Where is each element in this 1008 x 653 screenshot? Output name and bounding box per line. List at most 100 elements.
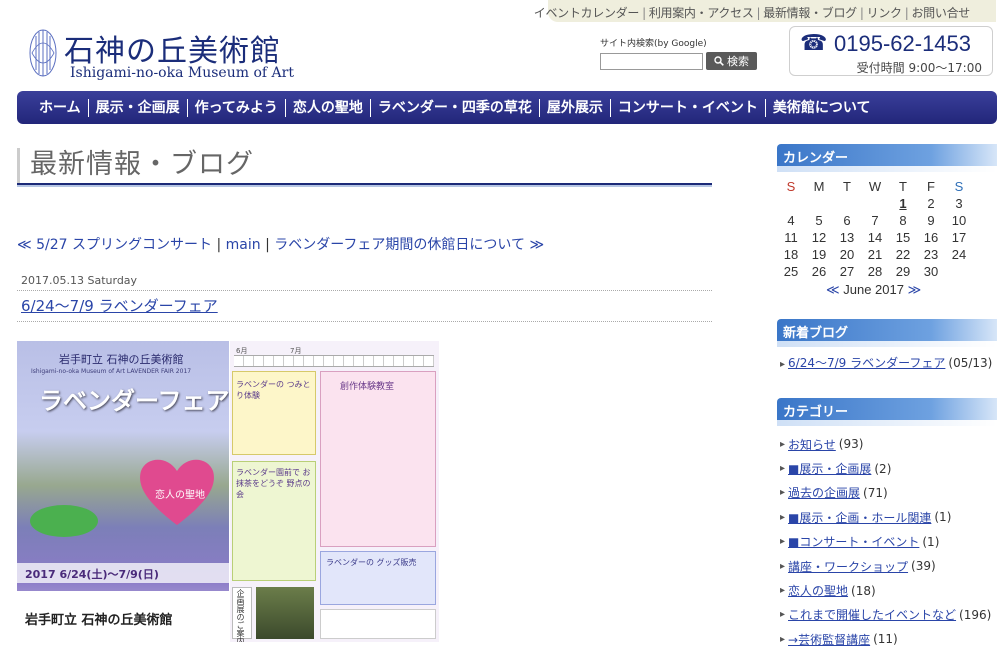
flyer-side-label: 企画展のご案内 (236, 589, 245, 642)
calendar-weekdays: S M T W T F S (777, 178, 977, 195)
flyer-box-goods-label: ラベンダーの グッズ販売 (326, 558, 417, 567)
divider (17, 321, 712, 322)
category-count: (39) (911, 559, 936, 574)
page-title: 最新情報・ブログ (30, 149, 254, 180)
calendar-day: 3 (955, 196, 963, 211)
calendar-day: 24 (951, 247, 967, 262)
link-news-blog[interactable]: 最新情報・ブログ (763, 6, 857, 20)
arrow-right-icon: ▸ (780, 536, 786, 548)
global-nav: ホーム 展示・企画展 作ってみよう 恋人の聖地 ラベンダー・四季の草花 屋外展示… (17, 91, 997, 124)
category-link[interactable]: ■コンサート・イベント (788, 533, 919, 550)
calendar-month-label: June 2017 (843, 282, 904, 297)
nav-exhibitions[interactable]: 展示・企画展 (89, 98, 188, 117)
nav-lavender-flowers[interactable]: ラベンダー・四季の草花 (371, 98, 540, 117)
prev-month-icon[interactable]: ≪ (826, 282, 840, 297)
category-link[interactable]: これまで開催したイベントなど (788, 606, 956, 623)
calendar-day-today[interactable]: 1 (889, 195, 917, 212)
calendar-day: 30 (923, 264, 939, 279)
weekday-tue: T (843, 179, 851, 194)
nav-outdoor-exhibits[interactable]: 屋外展示 (540, 98, 611, 117)
next-month-icon[interactable]: ≫ (908, 282, 922, 297)
search-button[interactable]: 検索 (706, 52, 757, 70)
weekday-fri: F (927, 179, 935, 194)
nav-home[interactable]: ホーム (31, 98, 89, 117)
flyer-headline: ラベンダーフェア (39, 387, 230, 415)
post-title[interactable]: 6/24〜7/9 ラベンダーフェア (21, 295, 218, 316)
nav-about-museum[interactable]: 美術館について (766, 99, 878, 117)
category-link[interactable]: ■展示・企画展 (788, 460, 871, 477)
calendar-day: 28 (867, 264, 883, 279)
next-entry-link[interactable]: ラベンダーフェア期間の休館日について ≫ (274, 237, 544, 253)
category-count: (18) (851, 583, 876, 598)
link-links[interactable]: リンク (867, 6, 902, 20)
category-link[interactable]: ■展示・企画・ホール関連 (788, 509, 931, 526)
calendar-month-nav: ≪ June 2017 ≫ (826, 282, 921, 298)
category-link[interactable]: →芸術監督講座 (788, 631, 870, 648)
category-count: (2) (874, 461, 892, 476)
calendar-day: 16 (923, 230, 939, 245)
recent-post-link[interactable]: 6/24〜7/9 ラベンダーフェア (788, 356, 945, 370)
calendar-day: 18 (783, 247, 799, 262)
calendar-day: 8 (899, 213, 907, 228)
flyer-box-craft-label: 創作体験教室 (340, 382, 395, 392)
calendar-day (861, 195, 889, 212)
double-left-arrow-icon: ≪ (17, 237, 32, 253)
arrow-right-icon: ▸ (780, 359, 786, 370)
museum-logo-icon[interactable] (28, 28, 58, 78)
category-item: ▸ 恋人の聖地 (18) (780, 578, 991, 602)
calendar-week: 18 19 20 21 22 23 24 (777, 246, 977, 263)
category-count: (11) (873, 632, 898, 647)
post-date: 2017.05.13 Saturday (21, 274, 138, 287)
search-button-label: 検索 (727, 55, 749, 68)
site-title-en[interactable]: Ishigami-no-oka Museum of Art (70, 65, 294, 81)
category-item: ▸ これまで開催したイベントなど (196) (780, 603, 991, 627)
calendar-day: 7 (871, 213, 879, 228)
flyer-exhibit-photo (256, 587, 314, 639)
contact-box: ☎ 0195-62-1453 受付時間 9:00〜17:00 (789, 26, 993, 76)
category-count: (93) (838, 437, 864, 452)
flyer-footer-title: 岩手町立 石神の丘美術館 (25, 613, 173, 628)
category-item: ▸ お知らせ (93) (780, 432, 991, 456)
link-guide-access[interactable]: 利用案内・アクセス (649, 6, 754, 20)
category-link[interactable]: 講座・ワークショップ (788, 558, 908, 575)
arrow-right-icon: ▸ (780, 585, 786, 597)
flyer-subtitle: Ishigami-no-oka Museum of Art LAVENDER F… (31, 368, 192, 375)
category-link[interactable]: 恋人の聖地 (788, 582, 848, 599)
prev-entry-link[interactable]: ≪ 5/27 スプリングコンサート (17, 237, 212, 253)
flyer-dates: 2017 6/24(土)〜7/9(日) (25, 568, 159, 581)
calendar-day: 29 (895, 264, 911, 279)
category-count: (1) (934, 510, 952, 525)
link-event-calendar[interactable]: イベントカレンダー (534, 6, 640, 20)
category-count: (196) (959, 607, 992, 622)
category-count: (1) (922, 534, 940, 549)
category-link[interactable]: お知らせ (788, 436, 836, 453)
category-link[interactable]: 過去の企画展 (788, 484, 860, 501)
recent-posts-header: 新着ブログ (777, 319, 997, 347)
calendar-week: 4 5 6 7 8 9 10 (777, 212, 977, 229)
calendar-day: 6 (843, 213, 851, 228)
weekday-thu: T (899, 179, 907, 194)
weekday-wed: W (868, 179, 882, 194)
nav-workshop[interactable]: 作ってみよう (188, 98, 286, 117)
calendar-week: 1 2 3 (777, 195, 977, 212)
nav-concerts-events[interactable]: コンサート・イベント (611, 98, 766, 117)
calendar-day (945, 263, 973, 280)
site-title-jp[interactable]: 石神の丘美術館 (64, 26, 281, 70)
calendar-week: 11 12 13 14 15 16 17 (777, 229, 977, 246)
nav-lovers-sanctuary[interactable]: 恋人の聖地 (286, 98, 371, 117)
link-contact[interactable]: お問い合せ (911, 6, 970, 20)
double-right-arrow-icon: ≫ (529, 237, 545, 253)
calendar-day: 23 (923, 247, 939, 262)
lavender-fair-flyer-image[interactable]: 岩手町立 石神の丘美術館 Ishigami-no-oka Museum of A… (17, 341, 439, 642)
category-item: ▸ ■展示・企画・ホール関連 (1) (780, 505, 991, 529)
search-input[interactable] (600, 53, 703, 70)
flyer-box-tea-label: ラベンダー園前で お抹茶をどうぞ 野点の会 (236, 468, 311, 499)
flyer-schedule-panel: 6月 7月 ラベンダーの つみとり体験 創作体験教室 ラベンダー園前で お抹茶を… (229, 341, 439, 642)
weekday-sat: S (954, 179, 964, 194)
category-item: ▸ 講座・ワークショップ (39) (780, 554, 991, 578)
calendar-day: 5 (815, 213, 823, 228)
calendar-day (805, 195, 833, 212)
phone-number: 0195-62-1453 (834, 31, 972, 56)
main-link[interactable]: main (226, 237, 261, 253)
calendar-day: 19 (811, 247, 827, 262)
